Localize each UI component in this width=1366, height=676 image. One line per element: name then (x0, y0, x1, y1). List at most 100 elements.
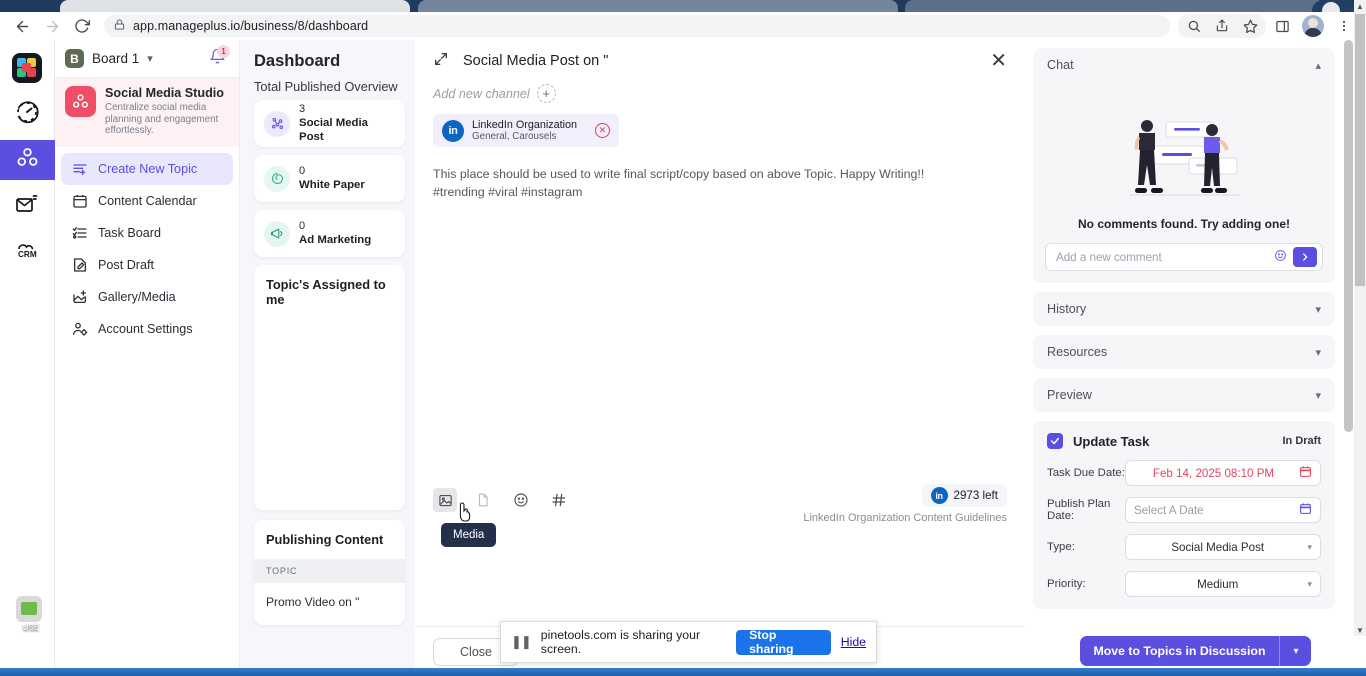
publish-plan-date-input[interactable]: Select A Date (1125, 497, 1321, 523)
app-logo-icon[interactable] (5, 48, 49, 88)
browser-tab[interactable] (418, 0, 898, 12)
scrollbar-thumb[interactable] (1344, 40, 1353, 432)
history-section-header[interactable]: History ▾ (1033, 292, 1335, 326)
image-file-icon (16, 596, 42, 622)
add-channel-row[interactable]: Add new channel + (415, 82, 1025, 103)
comment-input-row[interactable]: Add a new comment (1045, 243, 1323, 271)
star-icon[interactable] (1236, 14, 1264, 38)
rail-item-crm[interactable]: CRM (5, 232, 49, 272)
notifications-button[interactable]: 1 (205, 44, 230, 71)
preview-section[interactable]: Preview ▾ (1033, 378, 1335, 412)
chat-section-header[interactable]: Chat ▴ (1033, 48, 1335, 82)
preview-section-header[interactable]: Preview ▾ (1033, 378, 1335, 412)
panel-header: Social Media Post on " ✕ (415, 40, 1025, 82)
type-select[interactable]: Social Media Post ▾ (1125, 534, 1321, 560)
overview-label: Total Published Overview (254, 79, 398, 94)
app-page: CRM B Board 1 ▾ 1 Social Media Studio Ce… (0, 40, 1366, 676)
history-section[interactable]: History ▾ (1033, 292, 1335, 326)
browser-tab-active[interactable] (60, 0, 410, 12)
channel-name: LinkedIn Organization (472, 118, 578, 131)
resources-section[interactable]: Resources ▾ (1033, 335, 1335, 369)
edit-document-icon (71, 256, 88, 273)
dashboard-column: Dashboard Total Published Overview 3 Soc… (240, 40, 415, 676)
chevron-down-icon: ▾ (1315, 346, 1321, 359)
scroll-up-icon[interactable]: ▲ (1354, 0, 1366, 12)
sidebar-item-label: Content Calendar (98, 193, 197, 208)
board-selector[interactable]: B Board 1 ▾ 1 (55, 40, 239, 78)
chevron-down-icon: ▾ (1307, 541, 1312, 552)
search-icon[interactable] (1180, 14, 1208, 38)
scrollbar-thumb[interactable] (1355, 14, 1365, 286)
rail-item-social-media-studio[interactable] (0, 140, 55, 180)
priority-select[interactable]: Medium ▾ (1125, 571, 1321, 597)
task-due-date-input[interactable]: Feb 14, 2025 08:10 PM (1125, 460, 1321, 486)
calendar-icon[interactable] (1299, 465, 1312, 481)
studio-subtitle: Centralize social media planning and eng… (105, 102, 219, 136)
desktop-icon[interactable]: USE (16, 596, 46, 632)
update-task-checkbox[interactable] (1047, 433, 1063, 449)
hide-button[interactable]: Hide (841, 635, 866, 649)
sidebar-item-task-board[interactable]: Task Board (61, 217, 233, 249)
side-panel-icon[interactable] (1268, 14, 1296, 38)
resources-section-header[interactable]: Resources ▾ (1033, 335, 1335, 369)
editor-line: This place should be used to write final… (433, 167, 925, 181)
chevron-down-icon[interactable]: ▾ (1280, 646, 1311, 657)
cta-label: Move to Topics in Discussion (1093, 644, 1266, 658)
stat-card-ad-marketing[interactable]: 0 Ad Marketing (254, 210, 405, 257)
avatar[interactable] (1302, 15, 1324, 37)
page-scrollbar[interactable]: ▲ ▼ (1354, 0, 1366, 636)
share-icon[interactable] (1208, 14, 1236, 38)
field-publish-plan-date: Publish Plan Date: Select A Date (1047, 497, 1321, 523)
sidebar-item-account-settings[interactable]: Account Settings (61, 313, 233, 345)
close-icon[interactable]: ✕ (990, 51, 1007, 71)
scroll-down-icon[interactable]: ▼ (1354, 624, 1366, 636)
calendar-icon (71, 192, 88, 209)
sidebar-item-content-calendar[interactable]: Content Calendar (61, 185, 233, 217)
browser-tab[interactable] (905, 0, 1325, 12)
stat-card-social-media-post[interactable]: 3 Social Media Post (254, 100, 405, 147)
stat-card-white-paper[interactable]: 0 White Paper (254, 155, 405, 202)
forward-icon[interactable] (38, 14, 66, 38)
sidebar-item-gallery-media[interactable]: Gallery/Media (61, 281, 233, 313)
media-tool-button[interactable] (433, 488, 457, 512)
os-taskbar[interactable] (0, 668, 1366, 676)
studio-banner[interactable]: Social Media Studio Centralize social me… (55, 78, 239, 147)
add-channel-button[interactable]: + (536, 84, 556, 103)
reload-icon[interactable] (68, 14, 96, 38)
editor-line: #trending #viral #instagram (433, 185, 583, 199)
chat-empty-text: No comments found. Try adding one! (1077, 217, 1290, 231)
speedometer-icon (15, 100, 39, 129)
inspector-scrollbar[interactable] (1343, 40, 1354, 676)
chevron-up-icon: ▴ (1315, 59, 1321, 72)
pause-icon[interactable]: ❚❚ (511, 634, 532, 650)
rail-item-dashboard[interactable] (5, 94, 49, 134)
remove-circle-icon[interactable]: ✕ (595, 123, 610, 138)
send-arrow-icon[interactable] (1293, 247, 1317, 267)
table-row[interactable]: Promo Video on " (266, 583, 393, 613)
move-to-topics-button[interactable]: Move to Topics in Discussion ▾ (1079, 636, 1312, 666)
stop-sharing-button[interactable]: Stop sharing (736, 628, 831, 656)
calendar-icon[interactable] (1299, 502, 1312, 518)
sidebar-item-post-draft[interactable]: Post Draft (61, 249, 233, 281)
content-guidelines-link[interactable]: LinkedIn Organization Content Guidelines (803, 512, 1007, 524)
document-tool-button[interactable] (471, 488, 495, 512)
comment-input-placeholder[interactable]: Add a new comment (1056, 251, 1268, 264)
post-editor[interactable]: This place should be used to write final… (433, 165, 1007, 415)
user-settings-icon (71, 320, 88, 337)
expand-diagonal-icon[interactable] (433, 51, 449, 72)
channel-chip-linkedin[interactable]: in LinkedIn Organization General, Carous… (433, 114, 619, 147)
hashtag-tool-button[interactable] (547, 488, 571, 512)
update-task-title: Update Task (1073, 433, 1150, 449)
panel-title: Publishing Content (266, 532, 384, 547)
back-icon[interactable] (8, 14, 36, 38)
emoji-tool-button[interactable] (509, 488, 533, 512)
browser-tabstrip[interactable] (0, 0, 1366, 22)
sidebar-item-create-new-topic[interactable]: Create New Topic (61, 152, 233, 185)
smiley-icon[interactable] (1274, 249, 1287, 265)
lock-icon (114, 17, 125, 35)
chevron-down-icon: ▾ (1315, 389, 1321, 402)
notification-count-badge: 1 (217, 44, 230, 58)
studio-title: Social Media Studio (105, 86, 224, 100)
address-bar[interactable]: app.manageplus.io/business/8/dashboard (104, 15, 1170, 37)
rail-item-email-marketing[interactable] (5, 186, 49, 226)
